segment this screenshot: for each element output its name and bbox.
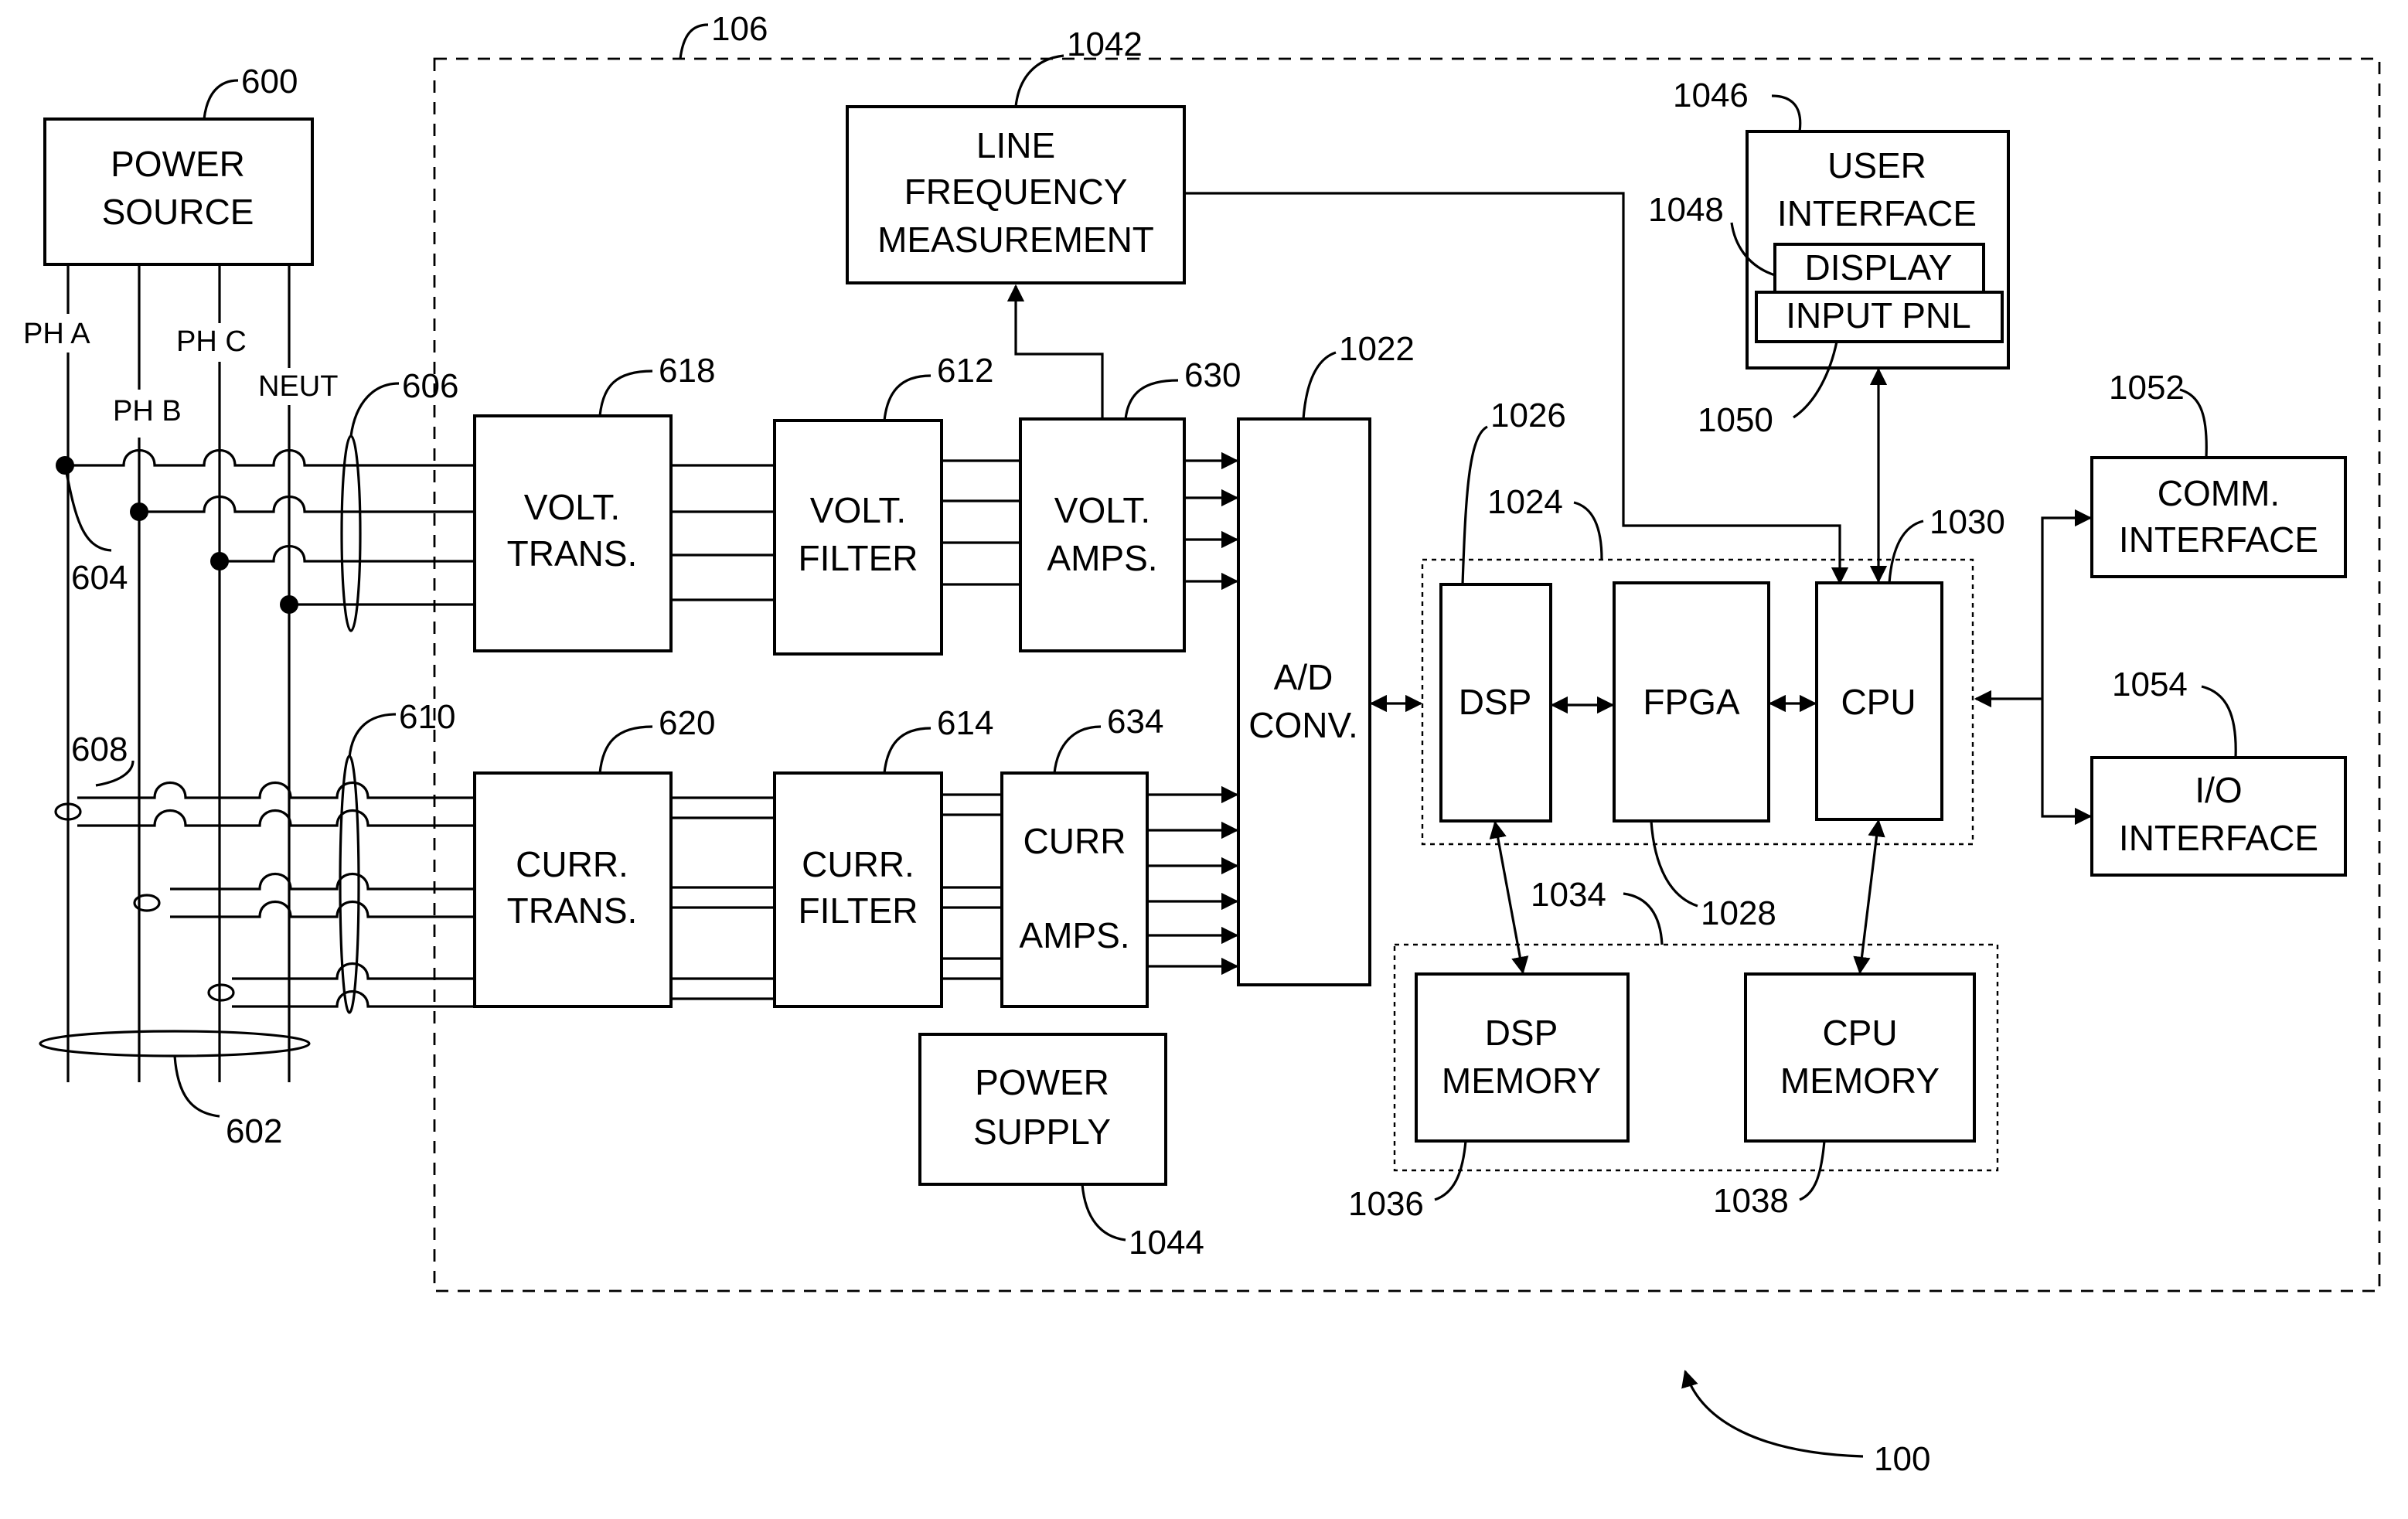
svg-text:AMPS.: AMPS. bbox=[1047, 538, 1157, 578]
volt-amps-to-adc bbox=[1184, 451, 1239, 591]
fpga-block: FPGA 1028 bbox=[1613, 581, 1776, 932]
meter-boundary bbox=[433, 57, 2381, 1293]
svg-text:FILTER: FILTER bbox=[798, 538, 918, 578]
svg-text:COMM.: COMM. bbox=[2158, 473, 2280, 513]
phase-b-label: PH B bbox=[113, 395, 182, 427]
svg-text:TRANS.: TRANS. bbox=[507, 891, 638, 931]
io-interface-block: I/O INTERFACE 1054 bbox=[2090, 666, 2347, 877]
svg-text:A/D: A/D bbox=[1274, 657, 1333, 697]
current-bundle-ref: 610 bbox=[399, 698, 455, 736]
phase-c-label: PH C bbox=[176, 325, 247, 358]
line-frequency-block: LINE FREQUENCY MEASUREMENT 1042 bbox=[846, 26, 1186, 284]
svg-text:CONV.: CONV. bbox=[1248, 705, 1357, 745]
figure-ref-arrow bbox=[1681, 1369, 1864, 1458]
voltage-bundle-ref: 606 bbox=[402, 367, 458, 405]
meter-ref-leader bbox=[679, 23, 709, 60]
dsp-block: DSP 1026 bbox=[1439, 397, 1566, 823]
svg-text:634: 634 bbox=[1107, 703, 1163, 741]
ad-converter-block: A/D CONV. 1022 bbox=[1237, 330, 1415, 986]
phase-a-label: PH A bbox=[23, 318, 90, 350]
svg-text:1046: 1046 bbox=[1673, 77, 1749, 114]
curr-amps-block: CURR AMPS. 634 bbox=[1000, 703, 1163, 1008]
curr-filter-to-amps bbox=[942, 793, 1002, 980]
svg-text:MEMORY: MEMORY bbox=[1780, 1061, 1940, 1101]
svg-text:DSP: DSP bbox=[1485, 1013, 1558, 1053]
svg-text:POWER: POWER bbox=[111, 144, 245, 184]
svg-text:CPU: CPU bbox=[1841, 682, 1916, 722]
svg-text:600: 600 bbox=[241, 63, 298, 100]
svg-text:VOLT.: VOLT. bbox=[1054, 490, 1150, 530]
curr-filter-block: CURR. FILTER 614 bbox=[773, 704, 993, 1008]
svg-text:CURR.: CURR. bbox=[802, 844, 914, 884]
svg-text:SOURCE: SOURCE bbox=[102, 192, 254, 232]
svg-text:614: 614 bbox=[937, 704, 993, 742]
volt-filter-block: VOLT. FILTER 612 bbox=[773, 352, 993, 656]
svg-text:INTERFACE: INTERFACE bbox=[2119, 519, 2318, 560]
power-source-block: POWER SOURCE 600 bbox=[43, 63, 314, 266]
conductors-ref: 602 bbox=[226, 1112, 282, 1150]
svg-text:1036: 1036 bbox=[1348, 1185, 1424, 1223]
volt-filter-to-amps bbox=[942, 459, 1020, 586]
svg-text:INTERFACE: INTERFACE bbox=[1777, 193, 1977, 233]
figure-ref: 100 bbox=[1874, 1440, 1930, 1478]
comm-interface-block: COMM. INTERFACE 1052 bbox=[2090, 369, 2347, 578]
svg-text:1050: 1050 bbox=[1698, 401, 1773, 439]
volt-trans-block: VOLT. TRANS. 618 bbox=[473, 352, 715, 652]
svg-text:1052: 1052 bbox=[2109, 369, 2185, 407]
svg-text:1054: 1054 bbox=[2112, 666, 2188, 703]
svg-text:1042: 1042 bbox=[1067, 26, 1143, 63]
svg-text:DSP: DSP bbox=[1459, 682, 1532, 722]
svg-text:1048: 1048 bbox=[1648, 191, 1724, 229]
cpu-memory-block: CPU MEMORY 1038 bbox=[1713, 972, 1976, 1220]
svg-text:FPGA: FPGA bbox=[1643, 682, 1740, 722]
svg-text:POWER: POWER bbox=[975, 1062, 1109, 1102]
svg-text:CPU: CPU bbox=[1822, 1013, 1897, 1053]
current-sensors: 608 610 602 bbox=[39, 698, 475, 1150]
curr-amps-to-adc bbox=[1147, 785, 1239, 976]
svg-text:1038: 1038 bbox=[1713, 1182, 1789, 1220]
amps-to-line-freq-arrow bbox=[1006, 284, 1104, 419]
svg-text:1044: 1044 bbox=[1129, 1224, 1204, 1262]
svg-text:1022: 1022 bbox=[1339, 330, 1415, 368]
svg-text:1030: 1030 bbox=[1929, 503, 2005, 541]
current-sensor-ref: 608 bbox=[71, 731, 128, 768]
volt-amps-block: VOLT. AMPS. 630 bbox=[1019, 356, 1241, 652]
processing-group-ref: 1024 bbox=[1487, 483, 1563, 521]
svg-text:I/O: I/O bbox=[2195, 770, 2242, 810]
svg-text:USER: USER bbox=[1827, 145, 1926, 186]
svg-text:TRANS.: TRANS. bbox=[507, 533, 638, 574]
svg-text:630: 630 bbox=[1184, 356, 1241, 394]
svg-text:FREQUENCY: FREQUENCY bbox=[904, 172, 1128, 212]
memory-group-ref: 1034 bbox=[1531, 876, 1606, 914]
cpu-block: CPU 1030 bbox=[1815, 503, 2005, 821]
svg-text:SUPPLY: SUPPLY bbox=[973, 1112, 1111, 1152]
svg-text:MEASUREMENT: MEASUREMENT bbox=[877, 220, 1154, 260]
svg-text:LINE: LINE bbox=[976, 125, 1055, 165]
curr-trans-block: CURR. TRANS. 620 bbox=[473, 704, 715, 1008]
svg-text:VOLT.: VOLT. bbox=[524, 487, 620, 527]
svg-text:DISPLAY: DISPLAY bbox=[1805, 247, 1953, 288]
svg-text:INTERFACE: INTERFACE bbox=[2119, 818, 2318, 858]
patent-block-diagram: 106 POWER SOURCE 600 PH A PH B PH C NEUT bbox=[23, 10, 2381, 1478]
neutral-label: NEUT bbox=[258, 370, 338, 403]
dsp-memory-block: DSP MEMORY 1036 bbox=[1348, 972, 1630, 1223]
svg-text:620: 620 bbox=[659, 704, 715, 742]
volt-trans-to-filter bbox=[671, 464, 775, 601]
power-supply-block: POWER SUPPLY 1044 bbox=[918, 1033, 1204, 1262]
svg-text:FILTER: FILTER bbox=[798, 891, 918, 931]
svg-text:CURR: CURR bbox=[1023, 821, 1126, 861]
svg-text:CURR.: CURR. bbox=[516, 844, 628, 884]
svg-text:1028: 1028 bbox=[1701, 894, 1776, 932]
svg-text:AMPS.: AMPS. bbox=[1019, 915, 1129, 955]
svg-text:VOLT.: VOLT. bbox=[810, 490, 906, 530]
voltage-tap-ref: 604 bbox=[71, 559, 128, 597]
svg-text:INPUT PNL: INPUT PNL bbox=[1786, 295, 1970, 335]
phase-conductors: PH A PH B PH C NEUT bbox=[23, 264, 338, 1082]
meter-ref: 106 bbox=[711, 10, 768, 48]
svg-text:618: 618 bbox=[659, 352, 715, 390]
svg-text:1026: 1026 bbox=[1490, 397, 1566, 434]
svg-text:MEMORY: MEMORY bbox=[1442, 1061, 1601, 1101]
svg-text:612: 612 bbox=[937, 352, 993, 390]
curr-trans-to-filter bbox=[671, 796, 775, 1000]
